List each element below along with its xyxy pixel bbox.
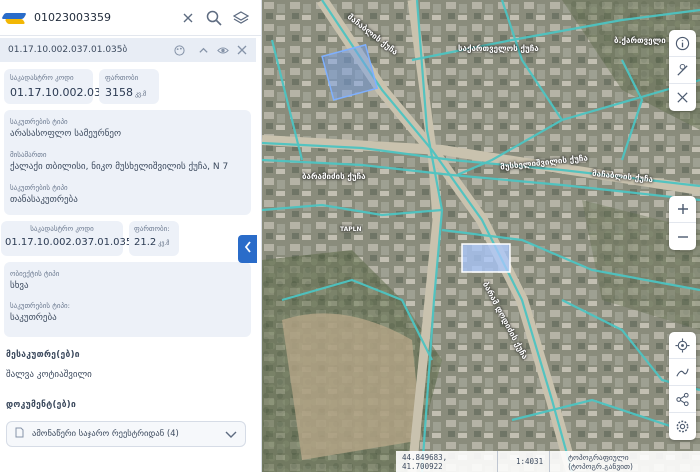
unit-code-value: 01.17.10.002.037.01.035ბ xyxy=(5,237,138,248)
result-header[interactable]: 01.17.10.002.037.01.035ბ xyxy=(0,38,256,62)
owners-title: მესაკუთრე(ებ)ი xyxy=(6,350,80,360)
object-own-label: საკუთრების ტიპი: xyxy=(10,302,71,310)
info-tool-button[interactable] xyxy=(669,30,696,57)
tools-icon xyxy=(677,92,688,103)
chevron-left-icon xyxy=(244,241,252,257)
unit-code-label: საკადასტრო კოდი xyxy=(30,225,94,233)
route-icon xyxy=(676,368,689,377)
gear-icon xyxy=(676,420,689,433)
object-info-card: ობიექტის ტიპი სხვა საკუთრების ტიპი: საკუ… xyxy=(4,262,251,337)
parcel-code-card: საკადასტრო კოდი 01.17.10.002.037 xyxy=(4,69,108,104)
map-status-bar: 44.849683, 41.700922 1:4031 ტოპოგრაფიული… xyxy=(396,451,700,472)
address-value: ქალაქი თბილისი, ნიკო მუსხელიშვილის ქუჩა,… xyxy=(10,162,229,172)
draw-line-button[interactable] xyxy=(669,359,696,386)
search-bar xyxy=(0,0,261,36)
settings-button[interactable] xyxy=(669,413,696,440)
right-type-label: საკუთრების ტიპი xyxy=(10,184,68,192)
unit-area-value: 21.2 xyxy=(134,237,157,248)
map-actions-group xyxy=(669,332,696,440)
ruler-icon xyxy=(677,63,688,76)
map-poi-label: TAPLN xyxy=(340,226,362,233)
cursor-coordinates: 44.849683, 41.700922 xyxy=(402,452,448,471)
chevron-up-icon[interactable] xyxy=(196,43,210,57)
documents-dropdown-label: ამონაწერი საჯარო რეესტრიდან (4) xyxy=(32,429,179,439)
object-type-label: ობიექტის ტიპი xyxy=(10,270,60,278)
result-title: 01.17.10.002.037.01.035ბ xyxy=(8,45,128,55)
crosshair-icon xyxy=(675,337,690,353)
street-label: ბ.ქართველი xyxy=(614,36,666,45)
share-icon xyxy=(676,392,689,406)
info-icon xyxy=(675,36,690,50)
parcel-info-card: საკუთრების ტიპი არასასოფლო სამეურნეო მის… xyxy=(4,110,251,215)
street-label: ბარამიძის ქუჩა xyxy=(302,172,366,181)
locate-button[interactable] xyxy=(669,332,696,359)
object-type-value: სხვა xyxy=(10,281,29,291)
napr-logo xyxy=(0,0,34,36)
parcel-area-card: ფართობი 3158 კვ.მ xyxy=(99,69,159,104)
search-icon[interactable] xyxy=(204,8,224,28)
documents-dropdown[interactable]: ამონაწერი საჯარო რეესტრიდან (4) xyxy=(6,421,246,447)
unit-area-label: ფართობი: xyxy=(134,225,170,233)
measure-tool-button[interactable] xyxy=(669,57,696,84)
share-button[interactable] xyxy=(669,386,696,413)
map-tools-group xyxy=(669,30,696,111)
unit-area-card: ფართობი: 21.2 კვ.მ xyxy=(129,221,179,256)
plus-icon xyxy=(677,204,688,214)
owner-name: შალვა კოტიაშვილი xyxy=(6,370,92,380)
satellite-imagery xyxy=(262,0,700,472)
zoom-group xyxy=(669,196,696,250)
zoom-out-button[interactable] xyxy=(669,223,696,250)
eye-icon[interactable] xyxy=(216,43,230,57)
map-view[interactable]: მაჩაბლის ქუჩა ბ.ქართველი საქართველოს ქუჩ… xyxy=(262,0,700,472)
draw-tool-button[interactable] xyxy=(669,84,696,111)
parcel-code-label: საკადასტრო კოდი xyxy=(10,74,74,82)
street-label: საქართველოს ქუჩა xyxy=(458,44,539,53)
object-own-value: საკუთრება xyxy=(10,313,57,323)
documents-title: დოკუმენტ(ებ)ი xyxy=(6,400,77,410)
clear-icon[interactable] xyxy=(178,8,198,28)
info-panel: 01.17.10.002.037.01.035ბ საკადასტრო კოდი… xyxy=(0,0,262,472)
parcel-area-unit: კვ.მ xyxy=(135,91,147,98)
zoom-in-button[interactable] xyxy=(669,196,696,223)
parcel-area-label: ფართობი xyxy=(105,74,139,82)
ownership-value: არასასოფლო სამეურნეო xyxy=(10,129,122,139)
right-type-value: თანასაკუთრება xyxy=(10,195,78,205)
chevron-down-icon xyxy=(225,429,237,442)
layers-icon[interactable] xyxy=(231,8,251,28)
address-label: მისამართი xyxy=(10,151,47,159)
search-input[interactable] xyxy=(34,7,174,28)
ownership-label: საკუთრების ტიპი xyxy=(10,118,68,126)
parcel-area-value: 3158 xyxy=(105,86,133,99)
unit-code-card: საკადასტრო კოდი 01.17.10.002.037.01.035ბ xyxy=(1,221,138,256)
parcel-code-value: 01.17.10.002.037 xyxy=(10,86,108,99)
palette-icon[interactable] xyxy=(172,43,186,57)
unit-area-unit: კვ.მ xyxy=(158,240,170,247)
map-scale: 1:4031 xyxy=(516,457,544,466)
minus-icon xyxy=(677,235,688,238)
close-icon[interactable] xyxy=(235,43,249,57)
collapse-panel-button[interactable] xyxy=(238,235,257,263)
basemap-selector[interactable]: ტოპოგრაფიული (ტოპოგრ.განვით) xyxy=(562,453,700,471)
document-icon xyxy=(15,427,24,441)
